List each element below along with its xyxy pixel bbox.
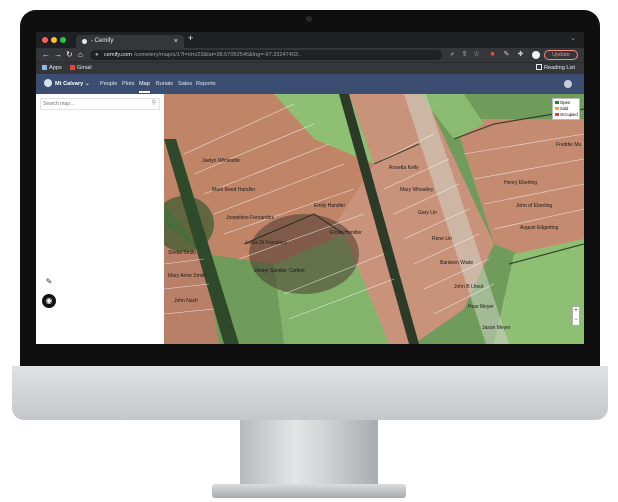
- user-avatar[interactable]: [564, 80, 572, 88]
- monitor-chin: [12, 366, 608, 420]
- new-tab-icon[interactable]: +: [188, 33, 193, 43]
- minimize-window-icon[interactable]: [51, 37, 57, 43]
- update-button[interactable]: Update: [544, 50, 578, 60]
- map-sidebar: ⚲: [36, 94, 165, 344]
- browser-tab[interactable]: - Cemify ×: [76, 35, 184, 48]
- legend-label: Sold: [560, 106, 569, 111]
- cemetery-map[interactable]: Jaelyn Whiteside Mark Reed Handler Josep…: [164, 94, 584, 344]
- nav-reports[interactable]: Reports: [196, 74, 216, 94]
- forward-arrow-icon[interactable]: →: [54, 48, 62, 62]
- lock-icon: ●: [95, 52, 99, 58]
- plot-label: Freddie Mu: [556, 142, 582, 148]
- zoom-control: + −: [572, 306, 580, 326]
- zoom-icon[interactable]: ⌕: [448, 50, 457, 60]
- screen: - Cemify × + ⌄ ← → ↻ ⌂ ● cemify.com /cem…: [36, 32, 584, 344]
- plot-label: August Edgerting: [520, 225, 559, 231]
- plot-label: Jaelyn Whiteside: [202, 158, 240, 164]
- search-icon[interactable]: ⚲: [152, 99, 156, 106]
- plot-label: Jimmy Sandler Carlton: [254, 268, 305, 274]
- browser-tab-strip: - Cemify × + ⌄: [36, 32, 584, 48]
- extension-shield-icon[interactable]: ■: [488, 50, 497, 60]
- bookmark-label: Apps: [49, 65, 62, 71]
- plot-label: Mary Wheatley: [400, 187, 434, 193]
- url-host: cemify.com: [104, 52, 132, 58]
- monitor-foot: [212, 484, 406, 498]
- legend-label: Occupied: [560, 112, 578, 117]
- legend-swatch: [555, 113, 559, 116]
- profile-avatar[interactable]: [532, 51, 540, 59]
- map-search-box: ⚲: [40, 98, 160, 110]
- gmail-icon: [70, 65, 75, 70]
- nav-sales[interactable]: Sales: [178, 74, 192, 94]
- puzzle-icon[interactable]: ✚: [516, 50, 525, 60]
- address-bar[interactable]: ● cemify.com /cemetery/map/s/1?l=r/m/23&…: [90, 50, 442, 60]
- app-navbar: Mt Calvary ⌄ People Plots Map Burials Sa…: [36, 74, 584, 94]
- plot-label: John B Lhoot: [454, 284, 484, 290]
- legend-swatch: [555, 107, 559, 110]
- layers-icon: ◉: [45, 296, 53, 305]
- org-name: Mt Calvary: [55, 81, 84, 87]
- back-arrow-icon[interactable]: ←: [42, 48, 50, 62]
- plot-label: Henry Eberling: [504, 180, 537, 186]
- reload-icon[interactable]: ↻: [66, 48, 73, 62]
- reading-list-button[interactable]: Reading List: [536, 63, 575, 74]
- org-switcher[interactable]: Mt Calvary ⌄: [44, 74, 90, 94]
- plot-label: John of Eberling: [516, 203, 552, 209]
- org-logo-icon: [44, 79, 52, 87]
- plot-label: Gary Lin: [418, 210, 437, 216]
- plot-label: Mark Reed Handler: [212, 187, 256, 193]
- bookmark-label: Gmail: [77, 65, 92, 71]
- legend-item: Occupied: [555, 112, 578, 118]
- plot-label: Josephine Fernandes: [226, 215, 275, 221]
- plot-label: Emily Handler: [314, 203, 345, 209]
- nav-people[interactable]: People: [100, 74, 117, 94]
- plot-label: Mary Anne Smith: [168, 273, 206, 279]
- monitor-stand: [240, 420, 378, 488]
- plot-label: Sheila Smith: [168, 250, 196, 256]
- maximize-window-icon[interactable]: [60, 37, 66, 43]
- zoom-out-button[interactable]: −: [573, 316, 579, 325]
- bookmark-gmail[interactable]: Gmail: [70, 63, 92, 74]
- close-window-icon[interactable]: [42, 37, 48, 43]
- bookmarks-bar: Apps Gmail Reading List: [36, 62, 584, 74]
- share-icon[interactable]: ⇪: [460, 50, 469, 60]
- nav-map[interactable]: Map: [139, 77, 150, 93]
- tab-title: - Cemify: [91, 38, 114, 44]
- favicon-icon: [82, 39, 87, 44]
- nav-burials[interactable]: Burials: [156, 74, 173, 94]
- plot-label: Pear Meyer: [468, 304, 494, 310]
- home-icon[interactable]: ⌂: [78, 48, 83, 62]
- reading-list-icon: [536, 64, 542, 70]
- reading-list-label: Reading List: [544, 65, 576, 71]
- zoom-in-button[interactable]: +: [573, 307, 579, 316]
- extension-icon[interactable]: ✎: [502, 50, 511, 60]
- tree-shadow: [249, 214, 359, 294]
- close-tab-icon[interactable]: ×: [174, 35, 178, 48]
- bookmark-star-icon[interactable]: ☆: [472, 50, 481, 60]
- url-path: /cemetery/map/s/1?l=r/m/23&lat=38.670525…: [134, 52, 302, 58]
- plot-label: John Nash: [174, 298, 198, 304]
- nav-plots[interactable]: Plots: [122, 74, 134, 94]
- plot-label: Jason Meyer: [482, 325, 511, 331]
- plot-label: Bardeen Wade: [440, 260, 473, 266]
- draw-tool-button[interactable]: ✎: [42, 275, 56, 289]
- plot-label: Rene Lin: [432, 236, 452, 242]
- plot-label: Elmer Handler: [330, 230, 362, 236]
- tab-menu-chevron-icon[interactable]: ⌄: [570, 34, 576, 42]
- camera-icon: [306, 16, 312, 22]
- layers-button[interactable]: ◉: [42, 294, 56, 308]
- bookmark-apps[interactable]: Apps: [42, 63, 62, 74]
- legend-swatch: [555, 101, 559, 104]
- browser-toolbar: ← → ↻ ⌂ ● cemify.com /cemetery/map/s/1?l…: [36, 48, 584, 62]
- pencil-icon: ✎: [45, 277, 53, 286]
- map-canvas[interactable]: Jaelyn Whiteside Mark Reed Handler Josep…: [164, 94, 584, 344]
- map-search-input[interactable]: [43, 100, 143, 108]
- plot-label: Rosetta Kelly: [389, 165, 419, 171]
- map-legend: Open Sold Occupied: [552, 98, 580, 120]
- legend-label: Open: [560, 100, 571, 105]
- apps-grid-icon: [42, 65, 47, 70]
- plot-label: Louis Di Francisco: [246, 240, 287, 246]
